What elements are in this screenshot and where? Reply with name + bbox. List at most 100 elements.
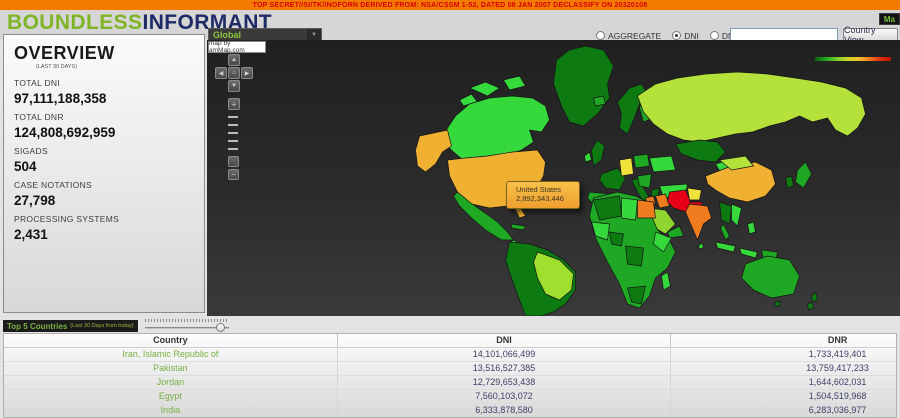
zoom-tick: [228, 116, 238, 118]
radio-dni-label: DNI: [684, 30, 699, 41]
cell-dnr: 1,644,602,031: [670, 375, 896, 390]
country-balkans[interactable]: [637, 173, 652, 189]
country-iceland[interactable]: [593, 95, 606, 107]
cell-country[interactable]: Pakistan: [4, 361, 338, 376]
boundless-informant-app: TOP SECRET//SI/TK//NOFORN DERIVED FROM: …: [0, 0, 900, 418]
pan-down-button[interactable]: ▼: [228, 80, 240, 92]
country-poland[interactable]: [633, 153, 650, 169]
radio-aggregate-label: AGGREGATE: [608, 30, 662, 41]
slider-ticks: [145, 319, 229, 322]
tooltip-country-name: United States: [516, 185, 562, 194]
table-row[interactable]: Egypt 7,560,103,072 1,504,519,968: [4, 389, 896, 404]
country-ukraine[interactable]: [649, 155, 676, 173]
cell-dnr: 13,759,417,233: [670, 361, 896, 376]
country-libya[interactable]: [621, 197, 638, 221]
country-indonesia[interactable]: [739, 247, 758, 259]
country-sri-lanka[interactable]: [698, 243, 704, 250]
country-nigeria[interactable]: [609, 231, 624, 247]
country-malaysia[interactable]: [720, 223, 730, 241]
scope-dropdown-value: Global: [213, 29, 242, 40]
table-row[interactable]: Iran, Islamic Republic of 14,101,066,499…: [4, 347, 896, 362]
stat-value: 124,808,692,959: [14, 125, 116, 140]
radio-icon[interactable]: [596, 31, 605, 40]
table-row[interactable]: India 6,333,878,580 6,283,036,977: [4, 403, 896, 417]
table-row[interactable]: Pakistan 13,516,527,385 13,759,417,233: [4, 361, 896, 376]
country-new-zealand[interactable]: [807, 301, 814, 311]
cell-country[interactable]: Iran, Islamic Republic of: [4, 347, 338, 362]
country-afghanistan[interactable]: [687, 187, 702, 201]
country-indonesia[interactable]: [715, 241, 736, 253]
country-madagascar[interactable]: [661, 271, 671, 291]
pan-right-button[interactable]: ▶: [241, 67, 253, 79]
table-row[interactable]: Jordan 12,729,653,438 1,644,602,031: [4, 375, 896, 390]
stat-sigads: SIGADS 504: [14, 146, 194, 174]
col-header-dnr[interactable]: DNR: [670, 334, 896, 348]
map-view-button[interactable]: Ma: [878, 13, 900, 25]
radio-aggregate[interactable]: AGGREGATE: [596, 31, 661, 41]
country-tooltip: United States 2,892,343,446: [506, 181, 580, 209]
cell-dni: 13,516,527,385: [337, 361, 672, 376]
chevron-down-icon[interactable]: ▼: [307, 29, 321, 40]
classification-banner: TOP SECRET//SI/TK//NOFORN DERIVED FROM: …: [0, 0, 900, 10]
cell-country[interactable]: India: [4, 403, 338, 417]
country-greenland[interactable]: [553, 45, 614, 127]
country-arctic-island[interactable]: [503, 75, 526, 91]
stat-total-dni: TOTAL DNI 97,111,188,358: [14, 78, 194, 106]
country-west-africa[interactable]: [591, 221, 610, 241]
country-cuba[interactable]: [511, 223, 526, 231]
country-germany[interactable]: [619, 157, 634, 177]
cell-dnr: 6,283,036,977: [670, 403, 896, 417]
home-button[interactable]: ⌂: [228, 67, 240, 79]
cell-dnr: 1,733,419,401: [670, 347, 896, 362]
radio-icon[interactable]: [672, 31, 682, 40]
map-credit-tooltip: map by amMap.com: [208, 40, 266, 54]
country-japan[interactable]: [795, 161, 812, 189]
slider-handle[interactable]: [216, 323, 225, 332]
zoom-in-button[interactable]: +: [228, 98, 240, 110]
pan-up-button[interactable]: ▲: [228, 54, 240, 66]
country-indochina[interactable]: [731, 203, 742, 227]
country-myanmar[interactable]: [719, 201, 732, 225]
tooltip-country-value: 2,892,343,446: [516, 194, 564, 203]
country-korea[interactable]: [785, 175, 794, 189]
classification-text: TOP SECRET//SI/TK//NOFORN DERIVED FROM: …: [252, 1, 648, 9]
time-range-slider[interactable]: [145, 319, 229, 333]
world-map-svg[interactable]: [207, 40, 900, 316]
radio-icon[interactable]: [709, 31, 719, 40]
country-egypt[interactable]: [637, 199, 656, 219]
cell-country[interactable]: Jordan: [4, 375, 338, 390]
pan-left-button[interactable]: ◀: [215, 67, 227, 79]
country-tasmania[interactable]: [774, 300, 781, 307]
stat-label: TOTAL DNI: [14, 78, 60, 88]
top5-table-container: Country DNI DNR Iran, Islamic Republic o…: [3, 333, 897, 418]
zoom-out-button[interactable]: −: [228, 169, 239, 180]
top5-subtitle: (Last 30 Days from today): [70, 323, 134, 329]
col-header-dni[interactable]: DNI: [337, 334, 672, 348]
col-header-country[interactable]: Country: [4, 334, 338, 348]
country-new-zealand[interactable]: [811, 291, 818, 303]
world-heatmap[interactable]: ▲ ◀ ⌂ ▶ ▼ + − United States 2,892,343,44…: [207, 40, 900, 316]
overview-panel: OVERVIEW (LAST 30 DAYS) TOTAL DNI 97,111…: [3, 34, 205, 313]
table-header-row: Country DNI DNR: [4, 334, 896, 348]
country-alaska[interactable]: [415, 129, 452, 173]
cell-country[interactable]: Egypt: [4, 389, 338, 404]
stat-value: 27,798: [14, 193, 56, 208]
country-united-kingdom[interactable]: [591, 139, 605, 167]
stat-value: 2,431: [14, 227, 48, 242]
stat-label: TOTAL DNR: [14, 112, 64, 122]
country-arctic-island[interactable]: [469, 81, 500, 97]
country-ireland[interactable]: [584, 151, 592, 163]
radio-dni[interactable]: DNI: [672, 31, 699, 41]
cell-dni: 12,729,653,438: [337, 375, 672, 390]
country-philippines[interactable]: [747, 221, 756, 235]
country-australia[interactable]: [741, 255, 800, 299]
heat-legend-gradient: [815, 57, 891, 61]
overview-title: OVERVIEW: [14, 43, 115, 63]
country-india[interactable]: [685, 203, 712, 241]
zoom-slider-handle[interactable]: [228, 156, 239, 167]
country-drc[interactable]: [625, 245, 644, 267]
country-russia[interactable]: [637, 71, 866, 143]
country-kazakhstan[interactable]: [675, 139, 726, 163]
stat-label: PROCESSING SYSTEMS: [14, 214, 120, 224]
cell-dni: 14,101,066,499: [337, 347, 672, 362]
